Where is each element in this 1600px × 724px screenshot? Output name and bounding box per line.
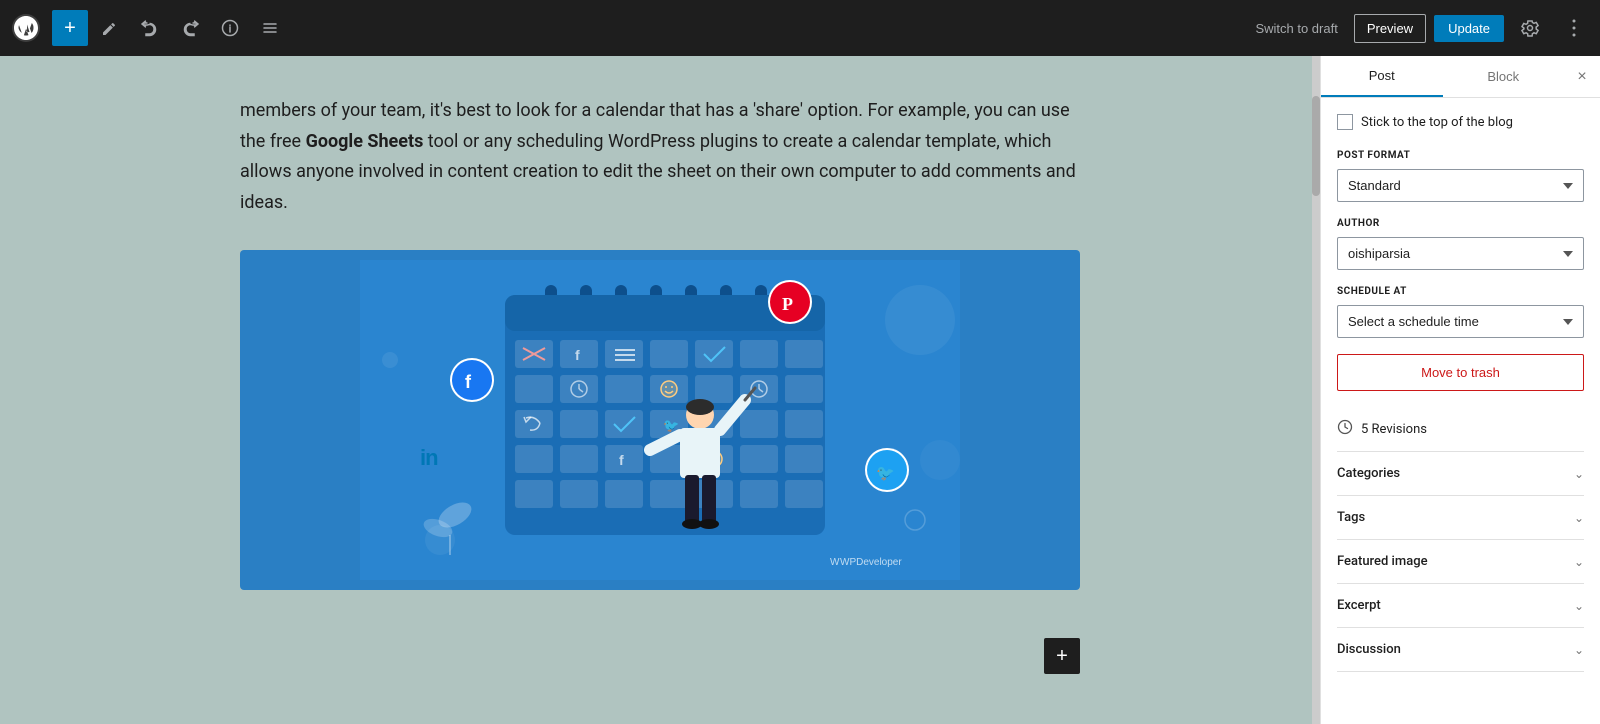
list-view-button[interactable] <box>252 10 288 46</box>
excerpt-title: Excerpt <box>1337 598 1381 613</box>
right-sidebar: Post Block × Stick to the top of the blo… <box>1320 56 1600 724</box>
redo-button[interactable] <box>172 10 208 46</box>
stick-to-top-label: Stick to the top of the blog <box>1361 115 1513 130</box>
editor-scrollbar[interactable] <box>1312 56 1320 724</box>
post-tab[interactable]: Post <box>1321 56 1443 97</box>
author-select[interactable]: oishiparsia <box>1337 237 1584 270</box>
settings-button[interactable] <box>1512 10 1548 46</box>
undo-button[interactable] <box>132 10 168 46</box>
add-block-toolbar-button[interactable]: + <box>52 10 88 46</box>
featured-image-header[interactable]: Featured image ⌄ <box>1337 540 1584 583</box>
excerpt-section: Excerpt ⌄ <box>1337 584 1584 628</box>
post-format-select[interactable]: Standard Aside Image Video Quote Link <box>1337 169 1584 202</box>
schedule-section: SCHEDULE AT Select a schedule time <box>1337 286 1584 354</box>
svg-text:🐦: 🐦 <box>876 465 895 482</box>
scrollbar-thumb <box>1312 96 1320 196</box>
top-toolbar: + Switch to draft Preview Update <box>0 0 1600 56</box>
discussion-header[interactable]: Discussion ⌄ <box>1337 628 1584 671</box>
edit-mode-button[interactable] <box>92 10 128 46</box>
categories-title: Categories <box>1337 466 1400 481</box>
tags-section: Tags ⌄ <box>1337 496 1584 540</box>
info-button[interactable] <box>212 10 248 46</box>
toolbar-right: Switch to draft Preview Update <box>1247 10 1592 46</box>
wp-logo <box>8 10 44 46</box>
tags-header[interactable]: Tags ⌄ <box>1337 496 1584 539</box>
sidebar-close-button[interactable]: × <box>1564 59 1600 95</box>
sidebar-post-body: Stick to the top of the blog POST FORMAT… <box>1321 98 1600 724</box>
featured-image-chevron-icon: ⌄ <box>1574 555 1584 569</box>
svg-text:f: f <box>619 452 624 468</box>
discussion-section: Discussion ⌄ <box>1337 628 1584 672</box>
sidebar-tabs: Post Block × <box>1321 56 1600 98</box>
categories-chevron-icon: ⌄ <box>1574 467 1584 481</box>
more-options-button[interactable] <box>1556 10 1592 46</box>
svg-text:f: f <box>465 372 472 392</box>
post-paragraph: members of your team, it's best to look … <box>240 96 1080 218</box>
svg-text:f: f <box>575 347 580 363</box>
post-image-block: f <box>240 250 1080 590</box>
revisions-icon <box>1337 419 1353 439</box>
tags-chevron-icon: ⌄ <box>1574 511 1584 525</box>
excerpt-header[interactable]: Excerpt ⌄ <box>1337 584 1584 627</box>
svg-text:P: P <box>782 294 793 314</box>
categories-section: Categories ⌄ <box>1337 452 1584 496</box>
author-label: AUTHOR <box>1337 218 1584 229</box>
revisions-row[interactable]: 5 Revisions <box>1337 407 1584 452</box>
tags-title: Tags <box>1337 510 1365 525</box>
schedule-at-select[interactable]: Select a schedule time <box>1337 305 1584 338</box>
schedule-at-label: SCHEDULE AT <box>1337 286 1584 297</box>
editor-content: members of your team, it's best to look … <box>180 56 1140 724</box>
switch-to-draft-button[interactable]: Switch to draft <box>1247 15 1345 42</box>
update-button[interactable]: Update <box>1434 15 1504 42</box>
excerpt-chevron-icon: ⌄ <box>1574 599 1584 613</box>
discussion-chevron-icon: ⌄ <box>1574 643 1584 657</box>
stick-to-top-row: Stick to the top of the blog <box>1337 114 1584 130</box>
revisions-count: 5 Revisions <box>1361 422 1427 437</box>
stick-to-top-checkbox[interactable] <box>1337 114 1353 130</box>
author-section: AUTHOR oishiparsia <box>1337 218 1584 286</box>
add-block-inline-button[interactable]: + <box>1044 638 1080 674</box>
discussion-title: Discussion <box>1337 642 1401 657</box>
svg-text:in: in <box>420 445 438 470</box>
main-layout: members of your team, it's best to look … <box>0 56 1600 724</box>
post-format-label: POST FORMAT <box>1337 150 1584 161</box>
featured-image-section: Featured image ⌄ <box>1337 540 1584 584</box>
categories-header[interactable]: Categories ⌄ <box>1337 452 1584 495</box>
svg-text:WPDeveloper: WPDeveloper <box>840 557 902 568</box>
svg-text:W: W <box>830 557 840 568</box>
editor-area[interactable]: members of your team, it's best to look … <box>0 56 1320 724</box>
block-tab[interactable]: Block <box>1443 57 1565 96</box>
post-format-section: POST FORMAT Standard Aside Image Video Q… <box>1337 150 1584 218</box>
featured-image-title: Featured image <box>1337 554 1428 569</box>
move-to-trash-button[interactable]: Move to trash <box>1337 354 1584 391</box>
preview-button[interactable]: Preview <box>1354 14 1426 43</box>
